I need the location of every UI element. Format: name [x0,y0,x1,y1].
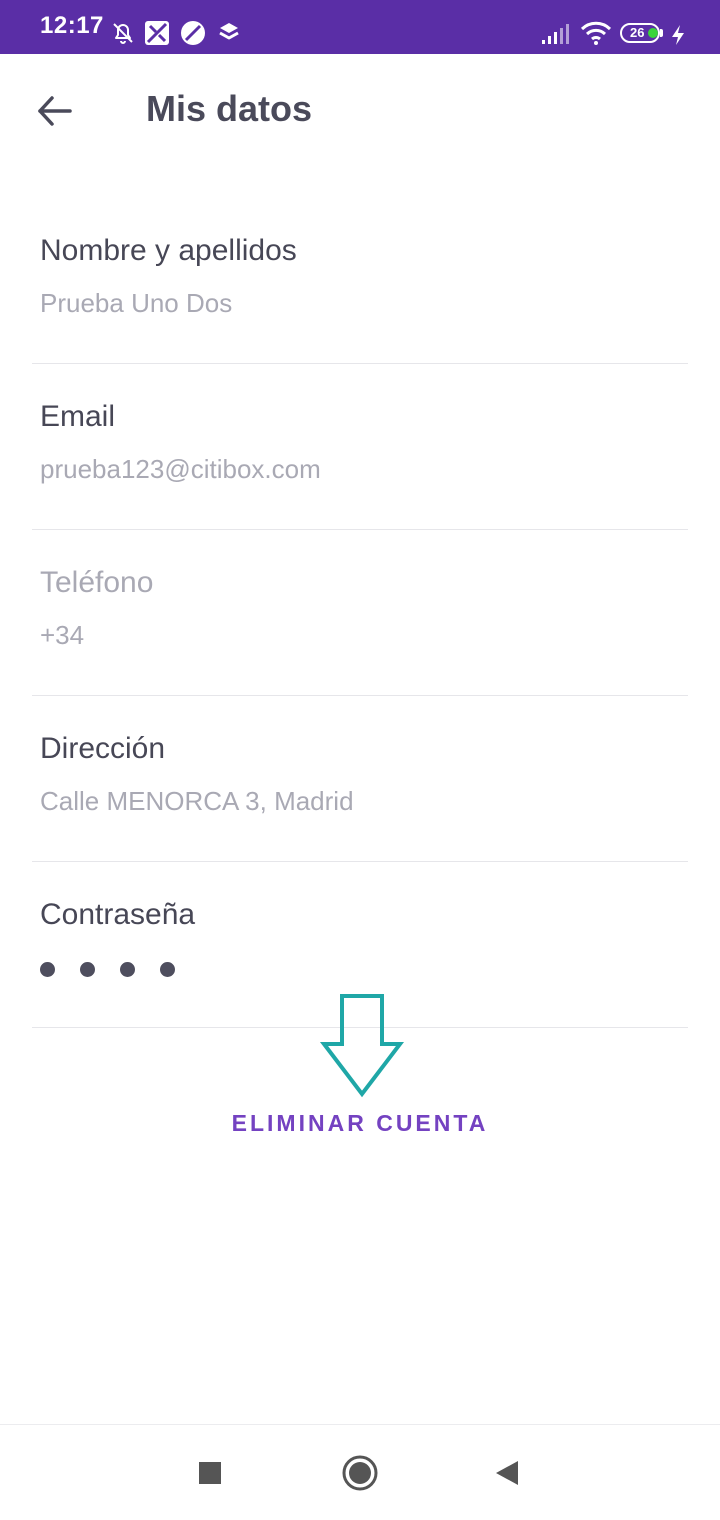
field-label: Nombre y apellidos [40,234,297,267]
back-button[interactable] [30,86,80,136]
wifi-icon [580,20,612,46]
field-label: Contraseña [40,898,196,931]
field-label: Dirección [40,732,166,765]
field-address[interactable]: Dirección Calle MENORCA 3, Madrid [32,696,688,862]
page-title: Mis datos [146,88,313,129]
battery-tip [660,29,663,37]
password-dot [160,962,175,977]
home-circle-icon [342,1455,378,1491]
status-bar: 12:17 26 [0,0,720,54]
home-button[interactable] [338,1451,382,1495]
field-value: Prueba Uno Dos [40,288,233,318]
field-value: prueba123@citibox.com [40,454,321,484]
arrow-left-icon [38,96,72,126]
recents-button[interactable] [188,1451,232,1495]
password-dot [80,962,95,977]
battery-level: 26 [630,25,645,40]
system-nav-bar [0,1424,720,1520]
field-full-name[interactable]: Nombre y apellidos Prueba Uno Dos [32,198,688,364]
bell-off-icon [110,20,136,46]
field-phone: Teléfono +34 [32,530,688,696]
charging-bolt-icon [670,24,696,50]
status-time: 12:17 [40,12,104,39]
maps-icon [144,20,170,46]
delete-account-button[interactable]: ELIMINAR CUENTA [0,1110,720,1137]
back-nav-button[interactable] [486,1451,530,1495]
down-arrow-outline-icon [318,992,406,1098]
password-dot [40,962,55,977]
field-email[interactable]: Email prueba123@citibox.com [32,364,688,530]
field-value: +34 [40,620,85,650]
battery-indicator: 26 [620,23,664,45]
charging-dot [648,28,658,38]
recents-square-icon [199,1462,221,1484]
password-dot [120,962,135,977]
field-label: Teléfono [40,566,154,599]
signal-icon [540,22,569,48]
field-value: Calle MENORCA 3, Madrid [40,786,354,816]
vpn-icon [180,20,206,46]
password-masked-value [40,962,200,982]
back-triangle-icon [496,1461,518,1485]
field-label: Email [40,400,116,433]
dropbox-icon [216,20,242,46]
